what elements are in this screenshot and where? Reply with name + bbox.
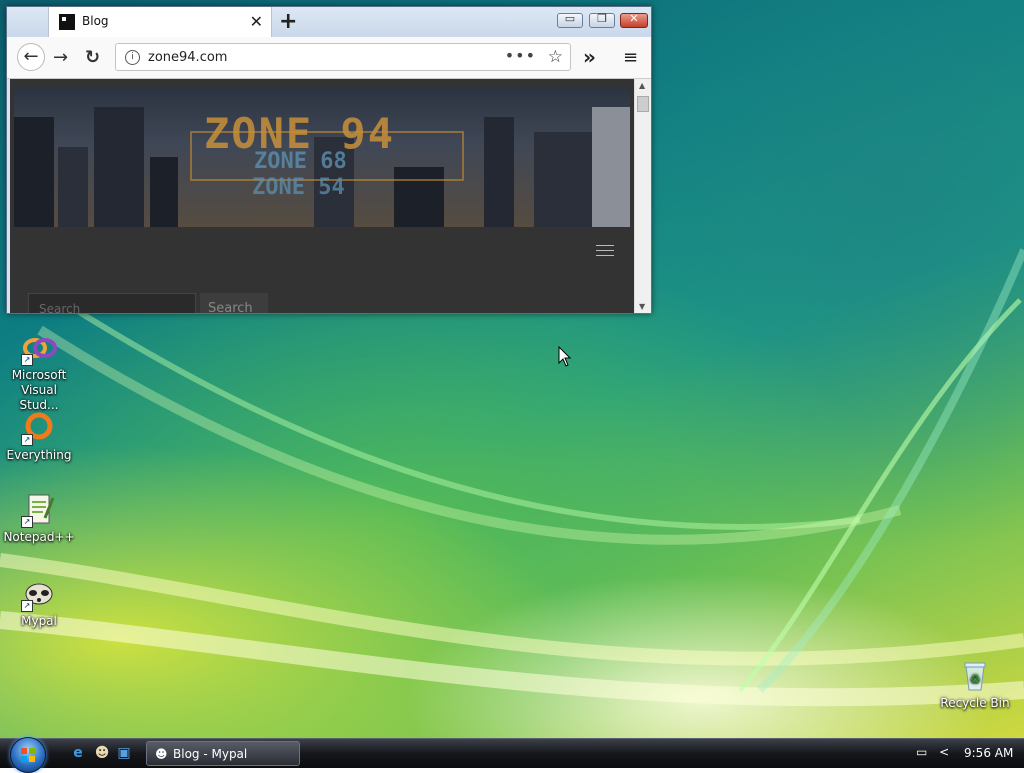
recycle-bin-icon: ♻: [957, 658, 993, 694]
visual-studio-icon: ↗: [21, 330, 57, 366]
minimize-icon: ▭: [564, 12, 576, 25]
hamburger-menu-icon[interactable]: ≡: [623, 47, 638, 68]
scroll-up-icon[interactable]: ▲: [639, 81, 645, 90]
mouse-cursor-icon: [558, 346, 572, 367]
shortcut-arrow-icon: ↗: [21, 434, 33, 446]
maximize-icon: ❐: [597, 12, 607, 25]
desktop-icon-label: Recycle Bin: [940, 696, 1010, 710]
new-tab-button[interactable]: +: [279, 9, 297, 34]
site-search-button[interactable]: Search: [200, 293, 268, 313]
vertical-scrollbar[interactable]: ▲ ▼: [634, 79, 651, 313]
scroll-thumb[interactable]: [637, 96, 649, 112]
tray-expand-icon[interactable]: <: [939, 745, 949, 759]
taskbar-button-mypal[interactable]: ☻ Blog - Mypal: [146, 741, 300, 766]
site-search-input[interactable]: Search: [28, 293, 196, 313]
everything-icon: ↗: [21, 410, 57, 446]
url-text[interactable]: zone94.com: [148, 50, 227, 65]
desktop-icon-label: Mypal: [21, 614, 57, 628]
tab-blog[interactable]: Blog ✕: [48, 7, 272, 37]
desktop-icon-label: Everything: [6, 448, 72, 462]
shortcut-arrow-icon: ↗: [21, 354, 33, 366]
tab-bar: Blog ✕ + ▭ ❐ ✕: [7, 7, 651, 37]
site-logo-sub: ZONE 54: [252, 175, 345, 200]
tab-title: Blog: [82, 14, 109, 28]
browser-window[interactable]: Blog ✕ + ▭ ❐ ✕ ← → ↻ i zone94.com ••• ☆ …: [6, 6, 652, 314]
overflow-menu-icon[interactable]: »: [583, 45, 596, 69]
address-bar[interactable]: i zone94.com ••• ☆: [115, 43, 571, 71]
desktop-icon-everything[interactable]: ↗ Everything: [0, 410, 78, 463]
site-info-icon[interactable]: i: [125, 50, 140, 65]
mypal-icon: ↗: [21, 576, 57, 612]
svg-text:♻: ♻: [970, 672, 981, 686]
tab-close-icon[interactable]: ✕: [250, 12, 263, 31]
shortcut-arrow-icon: ↗: [21, 516, 33, 528]
show-desktop-icon[interactable]: ▣: [116, 745, 132, 761]
desktop-icon-label: Microsoft Visual Stud...: [11, 368, 67, 412]
mypal-icon: ☻: [155, 747, 168, 761]
site-menu-icon[interactable]: [596, 245, 614, 260]
keyboard-icon[interactable]: ▭: [916, 745, 927, 759]
forward-button[interactable]: →: [53, 47, 68, 68]
bookmark-star-icon[interactable]: ☆: [548, 47, 563, 67]
taskbar-button-label: Blog - Mypal: [173, 747, 248, 761]
desktop-icon-mypal[interactable]: ↗ Mypal: [0, 576, 78, 629]
site-logo-sub: ZONE 68: [254, 149, 347, 174]
system-tray: ▭ <: [916, 745, 949, 759]
mypal-quicklaunch-icon[interactable]: ☻: [94, 745, 110, 761]
taskbar: e ☻ ▣ ☻ Blog - Mypal ▭ < 9:56 AM: [0, 737, 1024, 773]
back-button[interactable]: ←: [17, 43, 45, 71]
desktop-icon-recycle-bin[interactable]: ♻ Recycle Bin: [936, 658, 1014, 711]
maximize-button[interactable]: ❐: [589, 12, 615, 28]
desktop-icon-notepadpp[interactable]: ↗ Notepad++: [0, 492, 78, 545]
minimize-button[interactable]: ▭: [557, 12, 583, 28]
close-icon: ✕: [629, 12, 639, 25]
notepadpp-icon: ↗: [21, 492, 57, 528]
windows-flag-icon: [21, 748, 35, 762]
reload-button[interactable]: ↻: [85, 47, 100, 68]
close-window-button[interactable]: ✕: [620, 12, 648, 28]
clock[interactable]: 9:56 AM: [964, 746, 1013, 760]
site-banner-image: ZONE 94 ZONE 68 ZONE 54: [14, 87, 630, 227]
internet-explorer-icon[interactable]: e: [70, 745, 86, 761]
desktop-icon-visual-studio[interactable]: ↗ Microsoft Visual Stud...: [0, 330, 78, 413]
page-actions-icon[interactable]: •••: [505, 46, 536, 65]
scroll-down-icon[interactable]: ▼: [639, 302, 645, 311]
navigation-toolbar: ← → ↻ i zone94.com ••• ☆ » ≡: [7, 37, 651, 79]
page-content: ZONE 94 ZONE 68 ZONE 54 Search Search: [10, 79, 634, 313]
site-favicon-icon: [59, 14, 75, 30]
shortcut-arrow-icon: ↗: [21, 600, 33, 612]
desktop-icon-label: Notepad++: [3, 530, 75, 544]
